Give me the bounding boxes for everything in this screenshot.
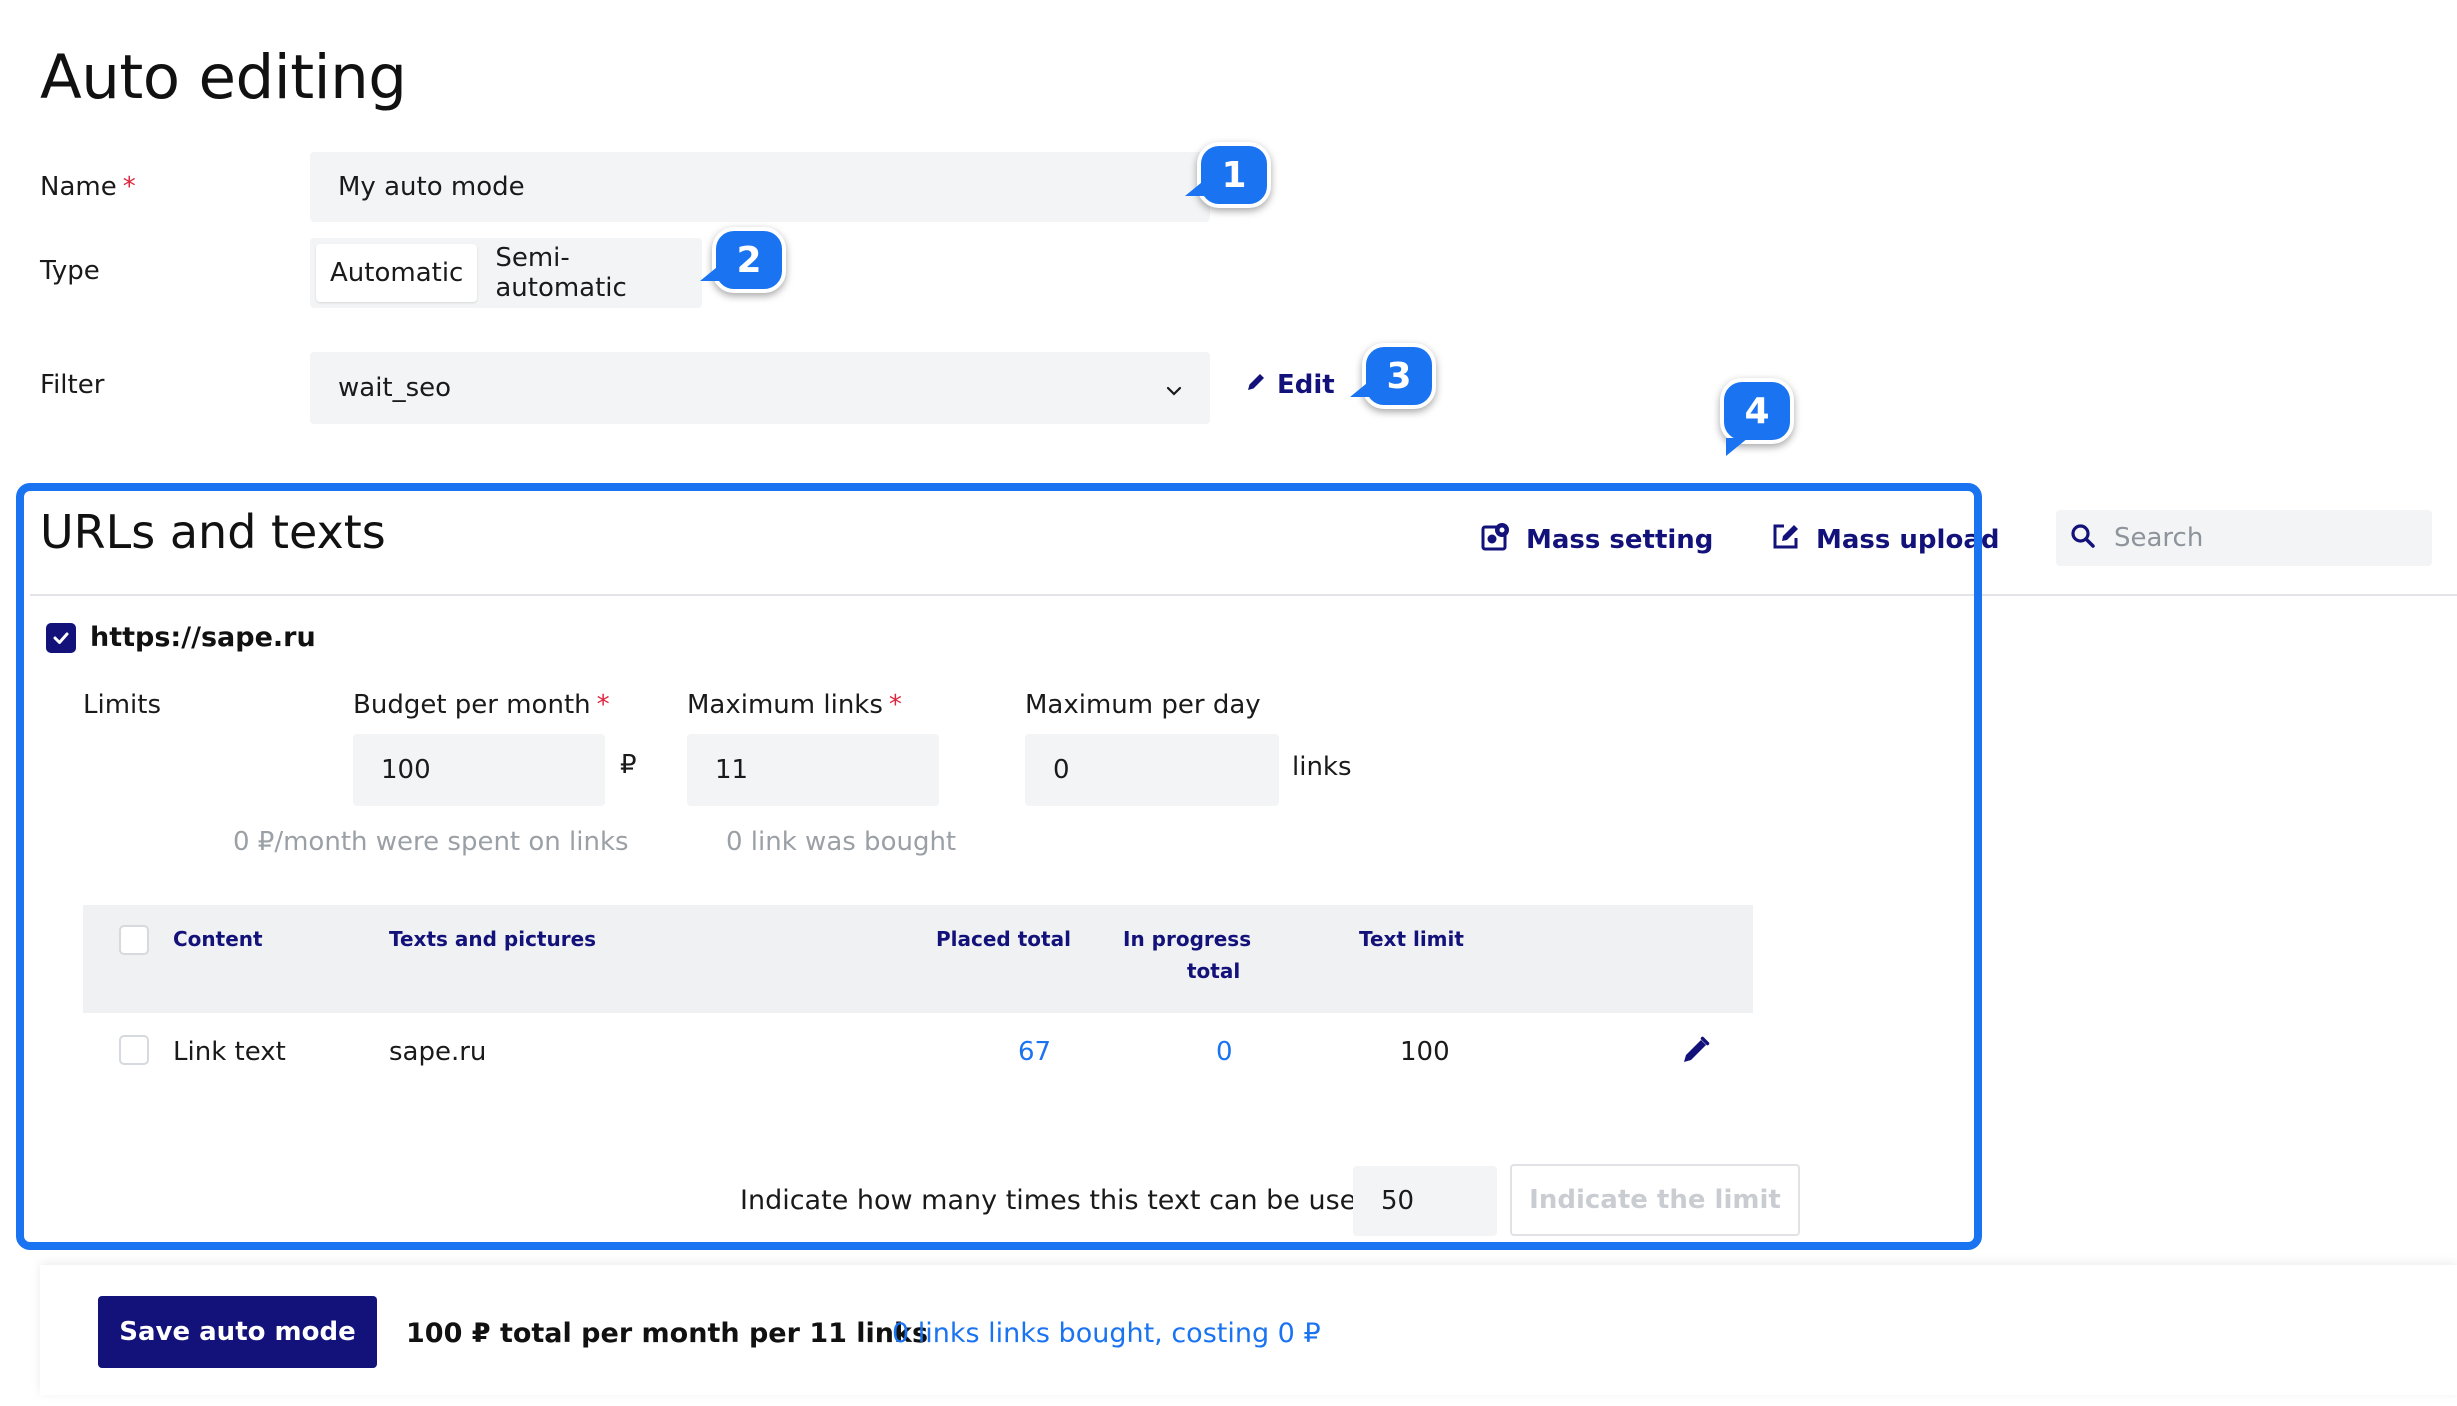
limit-input[interactable] bbox=[1353, 1166, 1497, 1236]
filter-value: wait_seo bbox=[338, 373, 452, 403]
gear-icon bbox=[1480, 520, 1512, 559]
filter-label: Filter bbox=[40, 370, 105, 400]
filter-edit-link[interactable]: Edit bbox=[1245, 370, 1335, 400]
table-row: Link text sape.ru 67 0 100 bbox=[83, 1013, 1753, 1089]
site-checkbox[interactable] bbox=[46, 622, 76, 653]
required-mark: * bbox=[122, 172, 136, 202]
currency-sign: ₽ bbox=[620, 750, 637, 780]
bought-hint: 0 link was bought bbox=[726, 827, 957, 857]
check-icon bbox=[53, 632, 69, 644]
name-label: Name * bbox=[40, 172, 136, 202]
section-divider bbox=[30, 594, 2457, 596]
col-content: Content bbox=[173, 927, 263, 951]
section-title: URLs and texts bbox=[40, 505, 386, 559]
search-box bbox=[2056, 510, 2432, 566]
per-day-unit: links bbox=[1292, 752, 1352, 782]
type-option-semi-automatic[interactable]: Semi-automatic bbox=[481, 243, 696, 303]
max-per-day-label: Maximum per day bbox=[1025, 690, 1261, 720]
callout-4: 4 bbox=[1720, 378, 1794, 444]
callout-1: 1 bbox=[1197, 142, 1271, 208]
name-input[interactable] bbox=[310, 152, 1210, 222]
budget-input[interactable] bbox=[353, 734, 605, 806]
limit-prompt: Indicate how many times this text can be… bbox=[740, 1185, 1374, 1216]
save-auto-mode-button[interactable]: Save auto mode bbox=[98, 1296, 377, 1368]
type-option-automatic[interactable]: Automatic bbox=[316, 244, 478, 302]
search-input[interactable] bbox=[2114, 523, 2414, 553]
callout-3: 3 bbox=[1362, 343, 1436, 409]
filter-select[interactable]: wait_seo bbox=[310, 352, 1210, 424]
col-placed: Placed total bbox=[936, 927, 1071, 951]
select-all-checkbox[interactable] bbox=[119, 925, 149, 955]
col-in-progress: In progress total bbox=[1123, 927, 1252, 983]
row-in-progress-link[interactable]: 0 bbox=[1216, 1037, 1233, 1067]
urls-texts-highlight bbox=[16, 483, 1982, 1250]
site-url: https://sape.ru bbox=[90, 622, 316, 653]
mass-setting-button[interactable]: Mass setting bbox=[1480, 520, 1713, 559]
budget-label: Budget per month * bbox=[353, 690, 610, 720]
bought-links-link[interactable]: 0 links links bought, costing 0 ₽ bbox=[892, 1318, 1321, 1349]
max-links-input[interactable] bbox=[687, 734, 939, 806]
page-title: Auto editing bbox=[40, 42, 407, 113]
row-checkbox[interactable] bbox=[119, 1035, 149, 1065]
total-summary: 100 ₽ total per month per 11 links bbox=[406, 1318, 929, 1349]
indicate-limit-button[interactable]: Indicate the limit bbox=[1510, 1164, 1800, 1236]
mass-upload-button[interactable]: Mass upload bbox=[1770, 520, 1999, 559]
max-per-day-input[interactable] bbox=[1025, 734, 1279, 806]
callout-2: 2 bbox=[712, 227, 786, 293]
type-label: Type bbox=[40, 256, 100, 286]
edit-square-icon bbox=[1770, 520, 1802, 559]
row-texts: sape.ru bbox=[389, 1037, 487, 1067]
table-header: Content Texts and pictures Placed total … bbox=[83, 905, 1753, 1013]
search-icon bbox=[2070, 523, 2096, 553]
max-links-label: Maximum links * bbox=[687, 690, 902, 720]
chevron-down-icon bbox=[1166, 373, 1182, 403]
limits-label: Limits bbox=[83, 690, 161, 720]
row-placed-link[interactable]: 67 bbox=[1018, 1037, 1051, 1067]
col-texts: Texts and pictures bbox=[389, 927, 597, 951]
row-edit-pencil-icon[interactable] bbox=[1681, 1035, 1711, 1069]
row-text-limit: 100 bbox=[1400, 1037, 1450, 1067]
texts-table: Content Texts and pictures Placed total … bbox=[83, 905, 1753, 1089]
type-switch: Automatic Semi-automatic bbox=[310, 238, 702, 308]
spent-hint: 0 ₽/month were spent on links bbox=[233, 827, 629, 857]
col-text-limit: Text limit bbox=[1359, 927, 1464, 951]
site-header: https://sape.ru bbox=[46, 622, 316, 653]
pencil-icon bbox=[1245, 370, 1267, 400]
row-content: Link text bbox=[173, 1037, 286, 1067]
